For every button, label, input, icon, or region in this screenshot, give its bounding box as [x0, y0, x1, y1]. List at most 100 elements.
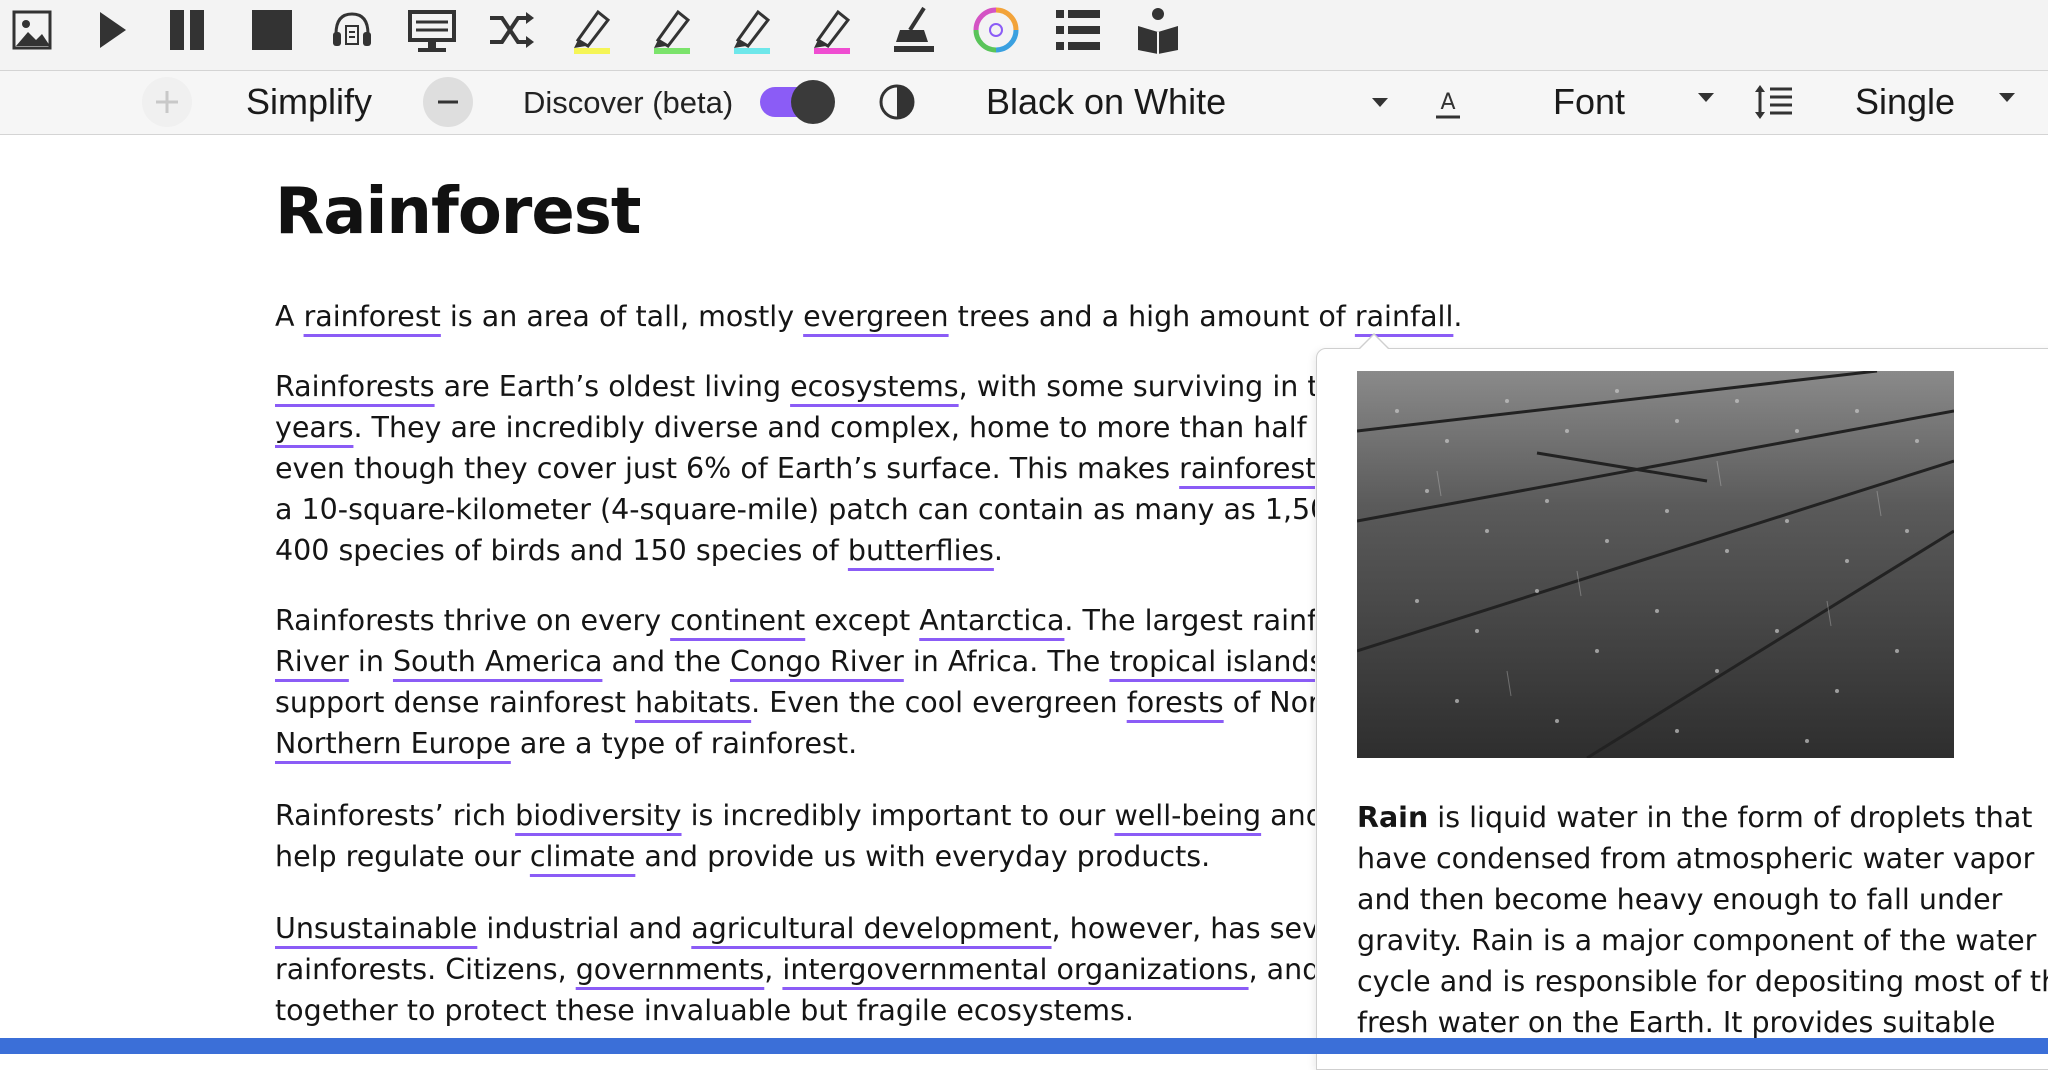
keyword-link[interactable]: South America: [393, 645, 602, 678]
paragraph-line: River in South America and the Congo Riv…: [275, 641, 1315, 682]
text: is an area of tall, mostly: [440, 300, 804, 333]
svg-text:A: A: [1440, 90, 1455, 115]
keyword-link[interactable]: Northern Europe: [275, 727, 511, 760]
paragraph-line: A rainforest is an area of tall, mostly …: [275, 296, 1835, 337]
highlighter-pink-icon[interactable]: [804, 2, 860, 58]
text: and the: [602, 645, 730, 678]
keyword-link[interactable]: governments: [576, 953, 765, 986]
text: rainforests. Citizens,: [275, 953, 576, 986]
text: and provide us with everyday products.: [635, 840, 1211, 873]
text: , with some surviving in thei: [958, 370, 1315, 403]
paragraph-line: a 10-square-kilometer (4-square-mile) pa…: [275, 489, 1315, 530]
text: . They are incredibly diverse and comple…: [353, 411, 1315, 444]
definition-line: cycle and is responsible for depositing …: [1357, 965, 2048, 998]
keyword-link[interactable]: habitats: [635, 686, 751, 719]
keyword-link[interactable]: climate: [530, 840, 635, 873]
text: support dense rainforest: [275, 686, 635, 719]
discover-label: Discover (beta): [523, 85, 734, 120]
simplify-label: Simplify: [246, 81, 373, 122]
paragraph: Rainforests thrive on every continent ex…: [275, 600, 1315, 764]
contrast-icon[interactable]: [878, 83, 916, 126]
highlighter-cyan-icon[interactable]: [724, 2, 780, 58]
keyword-link[interactable]: agricultural development: [691, 912, 1051, 945]
keyword-link[interactable]: intergovernmental organizations: [782, 953, 1248, 986]
keyword-link[interactable]: rainfall: [1355, 300, 1454, 333]
text: trees and a high amount of: [948, 300, 1355, 333]
keyword-link[interactable]: forests: [1127, 686, 1224, 719]
keyword-link[interactable]: years: [275, 411, 353, 444]
rain-photo: [1357, 371, 1954, 758]
theme-select[interactable]: Black on White: [986, 80, 1226, 124]
text: and th: [1270, 799, 1315, 832]
play-icon[interactable]: [84, 2, 140, 58]
paragraph-line: Rainforests’ rich biodiversity is incred…: [275, 795, 1315, 836]
picture-icon[interactable]: [4, 2, 60, 58]
text: A: [275, 300, 304, 333]
font-dropdown-chevron-icon[interactable]: [1698, 93, 1714, 102]
keyword-link[interactable]: Rainforests: [275, 370, 435, 403]
font-select[interactable]: Font: [1553, 80, 1625, 124]
text: except: [805, 604, 920, 637]
simplify-plus-button[interactable]: [142, 77, 192, 127]
text: is liquid water in the form of droplets …: [1428, 801, 2033, 834]
keyword-link[interactable]: rainforest: [304, 300, 441, 333]
pause-icon[interactable]: [164, 2, 220, 58]
line-spacing-select[interactable]: Single: [1855, 80, 1955, 124]
text: are Earth’s oldest living: [434, 370, 791, 403]
keyword-link[interactable]: continent: [670, 604, 805, 637]
definition-text: Rain is liquid water in the form of drop…: [1357, 797, 2048, 1043]
text: 400 species of birds and 150 species of: [275, 534, 848, 567]
stop-icon[interactable]: [244, 2, 300, 58]
list-icon[interactable]: [1050, 2, 1106, 58]
keyword-link[interactable]: evergreen: [803, 300, 948, 333]
simplify-minus-button[interactable]: [423, 77, 473, 127]
definition-line: and then become heavy enough to fall und…: [1357, 883, 2003, 916]
keyword-link[interactable]: rainforests: [1179, 452, 1315, 485]
keyword-link[interactable]: Antarctica: [919, 604, 1064, 637]
shuffle-icon[interactable]: [484, 2, 540, 58]
paragraph-line: Rainforests thrive on every continent ex…: [275, 600, 1315, 641]
keyword-link[interactable]: well-being: [1114, 799, 1261, 832]
screen-icon[interactable]: [404, 2, 460, 58]
font-color-icon[interactable]: A: [1430, 85, 1466, 126]
text: , however, has sever: [1051, 912, 1315, 945]
paragraph-line: help regulate our climate and provide us…: [275, 836, 1315, 877]
clear-highlights-icon[interactable]: [888, 2, 944, 58]
keyword-link[interactable]: butterflies: [848, 534, 994, 567]
text: is incredibly important to our: [681, 799, 1115, 832]
text: .: [993, 534, 1003, 567]
highlighter-green-icon[interactable]: [644, 2, 700, 58]
text: . Even the cool evergreen: [751, 686, 1127, 719]
keyword-link[interactable]: Congo River: [730, 645, 904, 678]
keyword-link[interactable]: tropical islands: [1109, 645, 1315, 678]
text: Rainforests’ rich: [275, 799, 516, 832]
paragraph-line: years. They are incredibly diverse and c…: [275, 407, 1315, 448]
keyword-link[interactable]: biodiversity: [515, 799, 681, 832]
theme-dropdown-chevron-icon[interactable]: [1372, 98, 1388, 107]
main-toolbar: [0, 0, 2048, 71]
text: .: [1453, 300, 1463, 333]
refresh-icon[interactable]: [968, 2, 1024, 58]
keyword-link[interactable]: River: [275, 645, 349, 678]
definition-term: Rain: [1357, 801, 1429, 834]
text: are a type of rainforest.: [510, 727, 858, 760]
keyword-link[interactable]: ecosystems: [790, 370, 959, 403]
line-spacing-dropdown-chevron-icon[interactable]: [1999, 93, 2015, 102]
paragraph-line: Rainforests are Earth’s oldest living ec…: [275, 366, 1315, 407]
line-spacing-icon[interactable]: [1752, 81, 1794, 128]
text: Rainforests thrive on every: [275, 604, 671, 637]
paragraph: Rainforests’ rich biodiversity is incred…: [275, 795, 1315, 877]
paragraph-line: rainforests. Citizens, governments, inte…: [275, 949, 1315, 990]
highlighter-yellow-icon[interactable]: [564, 2, 620, 58]
reading-options-bar: Simplify Discover (beta) Black on White …: [0, 71, 2048, 135]
text: . The largest rainfore: [1064, 604, 1315, 637]
reader-icon[interactable]: [1130, 2, 1186, 58]
text: even though they cover just 6% of Earth’…: [275, 452, 1180, 485]
text: in Africa. The: [903, 645, 1110, 678]
headphones-icon[interactable]: [324, 2, 380, 58]
discover-toggle-knob[interactable]: [791, 80, 835, 124]
text: in: [348, 645, 393, 678]
paragraph: A rainforest is an area of tall, mostly …: [275, 296, 1835, 337]
bottom-bar: [0, 1038, 2048, 1054]
keyword-link[interactable]: Unsustainable: [275, 912, 477, 945]
